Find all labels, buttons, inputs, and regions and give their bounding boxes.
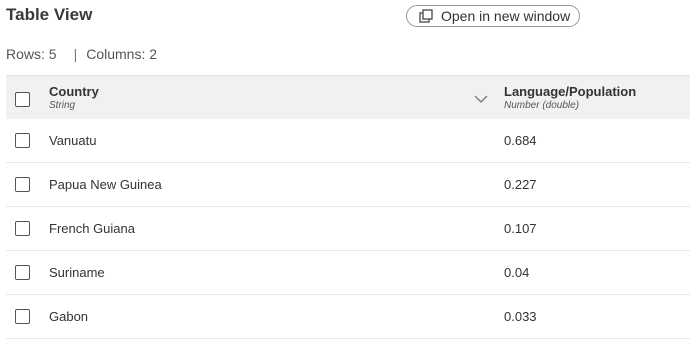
value-cell: 0.107 [504,221,537,236]
value-cell: 0.033 [504,309,537,324]
country-cell: Suriname [49,265,105,280]
page-title: Table View [6,5,93,24]
column-name: Language/Population [504,84,637,99]
row-checkbox[interactable] [15,265,30,280]
rows-count: Rows: 5 [6,46,57,62]
column-header-language-population[interactable]: Language/Population Number (double) [504,84,636,111]
country-cell: Papua New Guinea [49,177,162,192]
table-row[interactable]: Vanuatu 0.684 [6,119,690,163]
open-in-new-window-label: Open in new window [441,8,571,24]
open-external-window-icon [419,9,433,23]
column-type: String [49,100,76,111]
column-type: Number (double) [504,100,580,111]
select-all-checkbox[interactable] [15,92,30,107]
value-cell: 0.227 [504,177,537,192]
row-checkbox[interactable] [15,221,30,236]
table-row[interactable]: French Guiana 0.107 [6,207,690,251]
row-checkbox[interactable] [15,177,30,192]
table-meta: Rows: 5 | Columns: 2 [6,46,157,62]
row-checkbox[interactable] [15,133,30,148]
country-cell: Vanuatu [49,133,97,148]
column-name: Country [49,84,99,99]
table-header-row: Country String Language/Population Numbe… [6,75,690,119]
chevron-down-icon[interactable] [474,91,488,103]
open-in-new-window-button[interactable]: Open in new window [406,5,580,27]
meta-separator: | [73,46,78,62]
value-cell: 0.04 [504,265,530,280]
table-row[interactable]: Papua New Guinea 0.227 [6,163,690,207]
country-cell: Gabon [49,309,89,324]
value-cell: 0.684 [504,133,537,148]
row-checkbox[interactable] [15,309,30,324]
table-row[interactable]: Suriname 0.04 [6,251,690,295]
column-header-country[interactable]: Country String [49,84,99,111]
columns-count: Columns: 2 [86,46,158,62]
country-cell: French Guiana [49,221,135,236]
table-row[interactable]: Gabon 0.033 [6,295,690,339]
data-table: Country String Language/Population Numbe… [6,75,690,339]
